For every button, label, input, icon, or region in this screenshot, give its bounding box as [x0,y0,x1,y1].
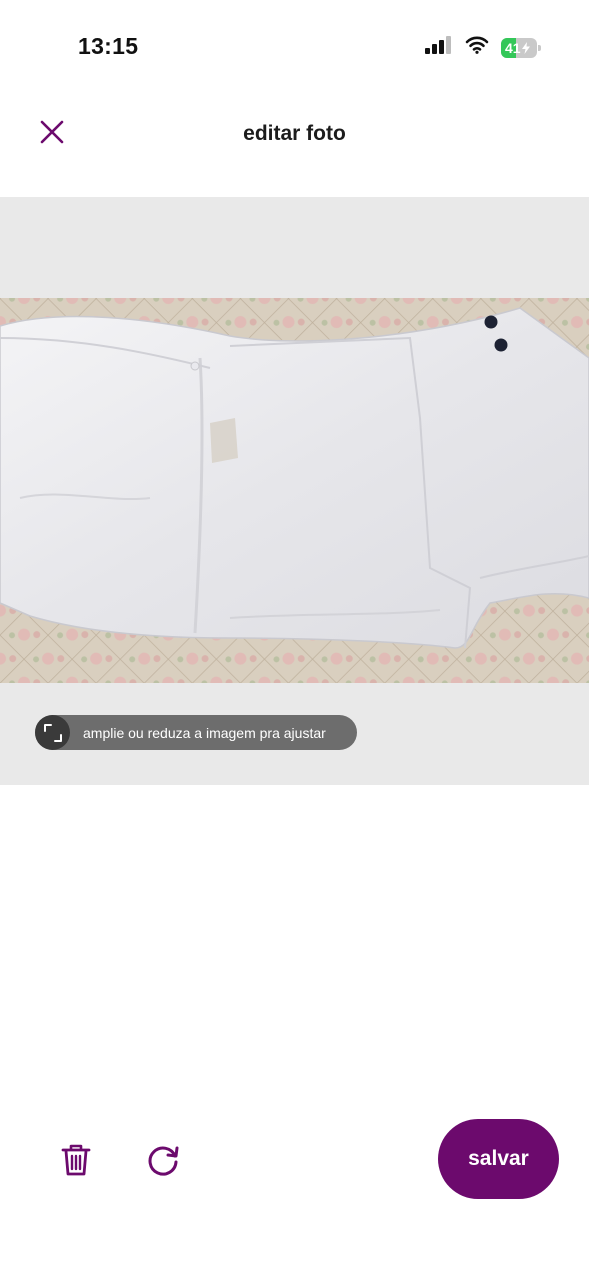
rotate-button[interactable] [145,1140,183,1180]
photo-editor: amplie ou reduza a imagem pra ajustar [0,197,589,785]
resize-icon [35,715,70,750]
product-photo[interactable] [0,298,589,683]
header: editar foto [0,96,589,172]
battery-charging-icon: 41 [501,37,541,58]
bottom-toolbar: salvar [0,1110,589,1210]
status-time: 13:15 [78,33,139,59]
delete-button[interactable] [58,1140,94,1180]
page-title: editar foto [243,122,346,145]
battery-level: 41 [505,39,521,56]
trash-icon [61,1144,91,1176]
cellular-signal-icon [425,36,453,59]
zoom-hint-text: amplie ou reduza a imagem pra ajustar [83,724,326,741]
zoom-hint: amplie ou reduza a imagem pra ajustar [35,715,357,750]
wifi-icon [465,36,489,59]
rotate-icon [148,1146,179,1176]
save-button[interactable]: salvar [438,1119,559,1199]
status-bar: 13:15 41 [0,0,589,96]
status-icons: 41 [425,36,541,59]
